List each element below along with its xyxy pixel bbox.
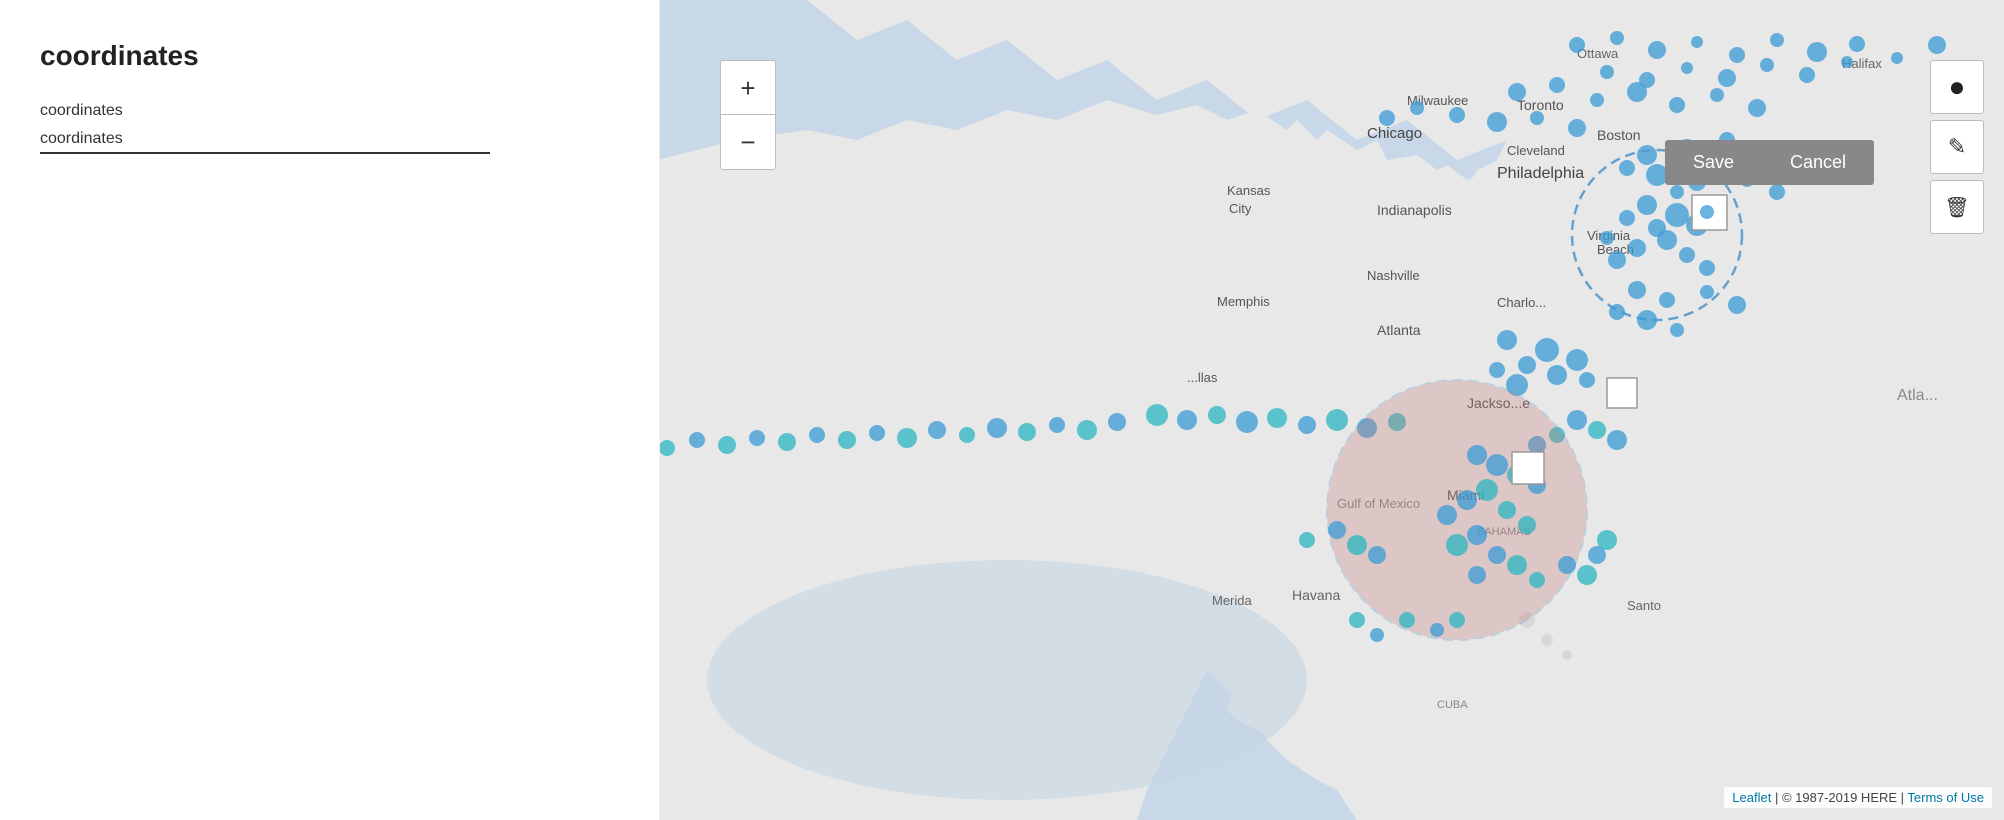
map-area: Ottawa Halifax Toronto Boston Milwaukee … bbox=[660, 0, 2004, 820]
field-label: coordinates bbox=[40, 102, 619, 120]
right-icon-buttons: ● ✎ 🗑 bbox=[1930, 60, 1984, 234]
svg-text:Nashville: Nashville bbox=[1367, 268, 1420, 283]
page-title: coordinates bbox=[40, 40, 619, 72]
terms-of-use-link[interactable]: Terms of Use bbox=[1907, 790, 1984, 805]
trash-icon: 🗑 bbox=[1944, 195, 1969, 220]
edit-icon: ✎ bbox=[1948, 134, 1966, 160]
zoom-in-button[interactable]: + bbox=[721, 61, 775, 115]
svg-text:Santo: Santo bbox=[1627, 598, 1661, 613]
draw-circle-icon: ● bbox=[1949, 71, 1966, 103]
cancel-button[interactable]: Cancel bbox=[1762, 140, 1874, 185]
svg-text:Charlo...: Charlo... bbox=[1497, 295, 1546, 310]
svg-text:Atlanta: Atlanta bbox=[1377, 322, 1421, 338]
zoom-out-button[interactable]: − bbox=[721, 115, 775, 169]
svg-text:Indianapolis: Indianapolis bbox=[1377, 202, 1452, 218]
svg-text:Philadelphia: Philadelphia bbox=[1497, 165, 1584, 182]
svg-text:Toronto: Toronto bbox=[1517, 97, 1564, 113]
svg-text:Boston: Boston bbox=[1597, 127, 1641, 143]
svg-text:Memphis: Memphis bbox=[1217, 294, 1270, 309]
svg-text:Havana: Havana bbox=[1292, 587, 1340, 603]
action-buttons: Save Cancel bbox=[1665, 140, 1874, 185]
leaflet-link[interactable]: Leaflet bbox=[1732, 790, 1771, 805]
svg-text:City: City bbox=[1229, 201, 1252, 216]
svg-text:CUBA: CUBA bbox=[1437, 699, 1468, 711]
svg-text:Cleveland: Cleveland bbox=[1507, 143, 1565, 158]
svg-text:Chicago: Chicago bbox=[1367, 125, 1422, 142]
save-button[interactable]: Save bbox=[1665, 140, 1762, 185]
draw-circle-button[interactable]: ● bbox=[1930, 60, 1984, 114]
svg-text:Kansas: Kansas bbox=[1227, 183, 1271, 198]
edit-button[interactable]: ✎ bbox=[1930, 120, 1984, 174]
zoom-controls: + − bbox=[720, 60, 776, 170]
coordinates-input[interactable] bbox=[40, 126, 490, 154]
svg-text:Atla...: Atla... bbox=[1897, 387, 1938, 404]
delete-button[interactable]: 🗑 bbox=[1930, 180, 1984, 234]
left-panel: coordinates coordinates bbox=[0, 0, 660, 820]
attribution: Leaflet | © 1987-2019 HERE | Terms of Us… bbox=[1724, 787, 1992, 808]
svg-text:...llas: ...llas bbox=[1187, 370, 1218, 385]
copyright-text: | © 1987-2019 HERE | bbox=[1775, 790, 1907, 805]
svg-text:Merida: Merida bbox=[1212, 593, 1253, 608]
